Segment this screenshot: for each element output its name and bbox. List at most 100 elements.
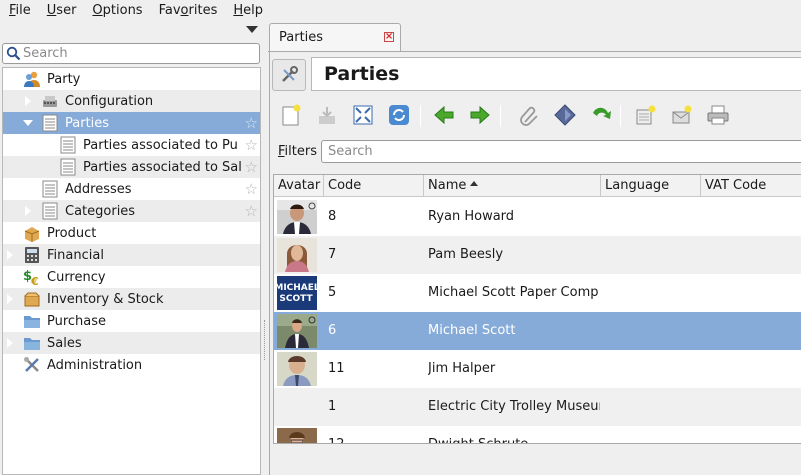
next-button[interactable] xyxy=(467,102,493,128)
code-cell: 7 xyxy=(328,247,337,262)
tree-item-purchase[interactable]: Purchase xyxy=(3,310,260,332)
switch-button[interactable] xyxy=(350,102,376,128)
expander-collapsed-icon[interactable] xyxy=(5,249,15,261)
table-row[interactable]: 12 Dwight Schrute xyxy=(274,426,801,443)
switch-view-button[interactable] xyxy=(272,59,306,91)
tree-item-product[interactable]: Product xyxy=(3,222,260,244)
tree-item-label: Configuration xyxy=(65,93,154,109)
favorite-star-icon[interactable]: ☆ xyxy=(245,156,258,178)
expander-expanded-icon[interactable] xyxy=(22,117,34,129)
toolbar xyxy=(278,102,801,130)
expander-expanded-icon[interactable] xyxy=(4,73,16,85)
expander-collapsed-icon[interactable] xyxy=(5,293,15,305)
expander-collapsed-icon[interactable] xyxy=(5,337,15,349)
tab-content: Parties Filters Search Avatar Code Name … xyxy=(269,52,801,475)
sidebar-collapse-icon[interactable] xyxy=(246,26,258,33)
expander-collapsed-icon[interactable] xyxy=(23,95,33,107)
menu-options[interactable]: Options xyxy=(83,0,149,22)
tree-item-parties-purchase[interactable]: Parties associated to Pu ☆ xyxy=(3,134,260,156)
toolbar-separator xyxy=(620,105,621,127)
menu-file[interactable]: File xyxy=(0,0,38,22)
code-cell: 12 xyxy=(328,426,345,443)
table-row[interactable]: 11 Jim Halper xyxy=(274,350,801,388)
save-button[interactable] xyxy=(314,102,340,128)
tree-item-parties[interactable]: Parties ☆ xyxy=(3,112,260,134)
printer-icon xyxy=(707,105,729,125)
column-header-vat-code[interactable]: VAT Code xyxy=(701,175,801,197)
action-icon xyxy=(554,104,576,126)
tree-item-parties-sales[interactable]: Parties associated to Sal ☆ xyxy=(3,156,260,178)
reload-button[interactable] xyxy=(386,102,412,128)
list-icon xyxy=(59,158,77,176)
email-button[interactable] xyxy=(669,102,695,128)
favorite-star-icon[interactable]: ☆ xyxy=(245,200,258,222)
close-icon[interactable]: × xyxy=(384,32,394,42)
configuration-icon xyxy=(41,92,59,110)
tree-item-administration[interactable]: Administration xyxy=(3,354,260,376)
tree-item-addresses[interactable]: Addresses ☆ xyxy=(3,178,260,200)
expander-collapsed-icon[interactable] xyxy=(5,227,15,239)
sidebar-search[interactable] xyxy=(2,43,260,64)
column-header-language[interactable]: Language xyxy=(601,175,701,197)
tree-item-label: Parties associated to Pu xyxy=(83,137,238,153)
sort-ascending-icon xyxy=(470,181,479,186)
favorite-star-icon[interactable]: ☆ xyxy=(245,112,258,134)
tree-item-sales[interactable]: Sales xyxy=(3,332,260,354)
action-button[interactable] xyxy=(552,102,578,128)
product-icon xyxy=(23,224,41,242)
code-cell: 1 xyxy=(328,399,337,414)
tree-item-categories[interactable]: Categories ☆ xyxy=(3,200,260,222)
svg-text:MICHAEL: MICHAEL xyxy=(277,283,317,293)
search-input[interactable] xyxy=(23,46,259,61)
relate-button[interactable] xyxy=(588,102,614,128)
table-row[interactable]: 7 Pam Beesly xyxy=(274,236,801,274)
filters-input[interactable] xyxy=(326,143,796,160)
menu-user[interactable]: User xyxy=(38,0,84,22)
relate-arrow-icon xyxy=(593,107,611,119)
expander-collapsed-icon[interactable] xyxy=(23,205,33,217)
pane-splitter[interactable] xyxy=(264,320,266,360)
tree-item-configuration[interactable]: Configuration xyxy=(3,90,260,112)
table-row[interactable]: 1 Electric City Trolley Museur xyxy=(274,388,801,426)
tree-item-financial[interactable]: Financial xyxy=(3,244,260,266)
tree-item-inventory[interactable]: Inventory & Stock xyxy=(3,288,260,310)
column-header-name[interactable]: Name xyxy=(424,175,601,197)
tree-item-label: Administration xyxy=(47,357,143,373)
arrow-right-icon xyxy=(470,105,490,125)
table-row[interactable]: 8 Ryan Howard xyxy=(274,198,801,236)
tree-item-label: Currency xyxy=(47,269,106,285)
filters-field[interactable] xyxy=(321,140,801,163)
email-icon xyxy=(672,105,692,124)
previous-button[interactable] xyxy=(431,102,457,128)
tab-parties[interactable]: Parties × xyxy=(269,23,401,51)
expander-collapsed-icon[interactable] xyxy=(5,271,15,283)
fullscreen-icon xyxy=(353,105,373,125)
folder-icon xyxy=(23,334,41,352)
table-row[interactable]: 6 Michael Scott xyxy=(274,312,801,350)
report-button[interactable] xyxy=(633,102,659,128)
favorite-star-icon[interactable]: ☆ xyxy=(245,178,258,200)
menu-favorites[interactable]: Favorites xyxy=(150,0,225,22)
tree-item-label: Categories xyxy=(65,203,136,219)
avatar xyxy=(277,200,317,234)
name-cell: Michael Scott Paper Comp xyxy=(428,285,599,300)
column-header-avatar[interactable]: Avatar xyxy=(274,175,324,197)
new-document-icon xyxy=(282,104,301,126)
expander-collapsed-icon[interactable] xyxy=(5,359,15,371)
column-header-code[interactable]: Code xyxy=(324,175,424,197)
attachment-button[interactable] xyxy=(516,102,542,128)
currency-icon: $ € xyxy=(23,268,41,286)
print-button[interactable] xyxy=(705,102,731,128)
avatar: MICHAELSCOTT xyxy=(274,276,320,310)
new-record-button[interactable] xyxy=(278,102,304,128)
menu-help[interactable]: Help xyxy=(224,0,270,22)
favorite-star-icon[interactable]: ☆ xyxy=(245,134,258,156)
toolbar-separator xyxy=(420,105,421,127)
tree-item-party[interactable]: Party xyxy=(3,68,260,90)
tree-item-currency[interactable]: $ € Currency xyxy=(3,266,260,288)
tree-item-label: Financial xyxy=(47,247,104,263)
expander-collapsed-icon[interactable] xyxy=(5,315,15,327)
table-row[interactable]: MICHAELSCOTT 5 Michael Scott Paper Comp xyxy=(274,274,801,312)
calculator-icon xyxy=(23,246,41,264)
tree-item-label: Inventory & Stock xyxy=(47,291,164,307)
